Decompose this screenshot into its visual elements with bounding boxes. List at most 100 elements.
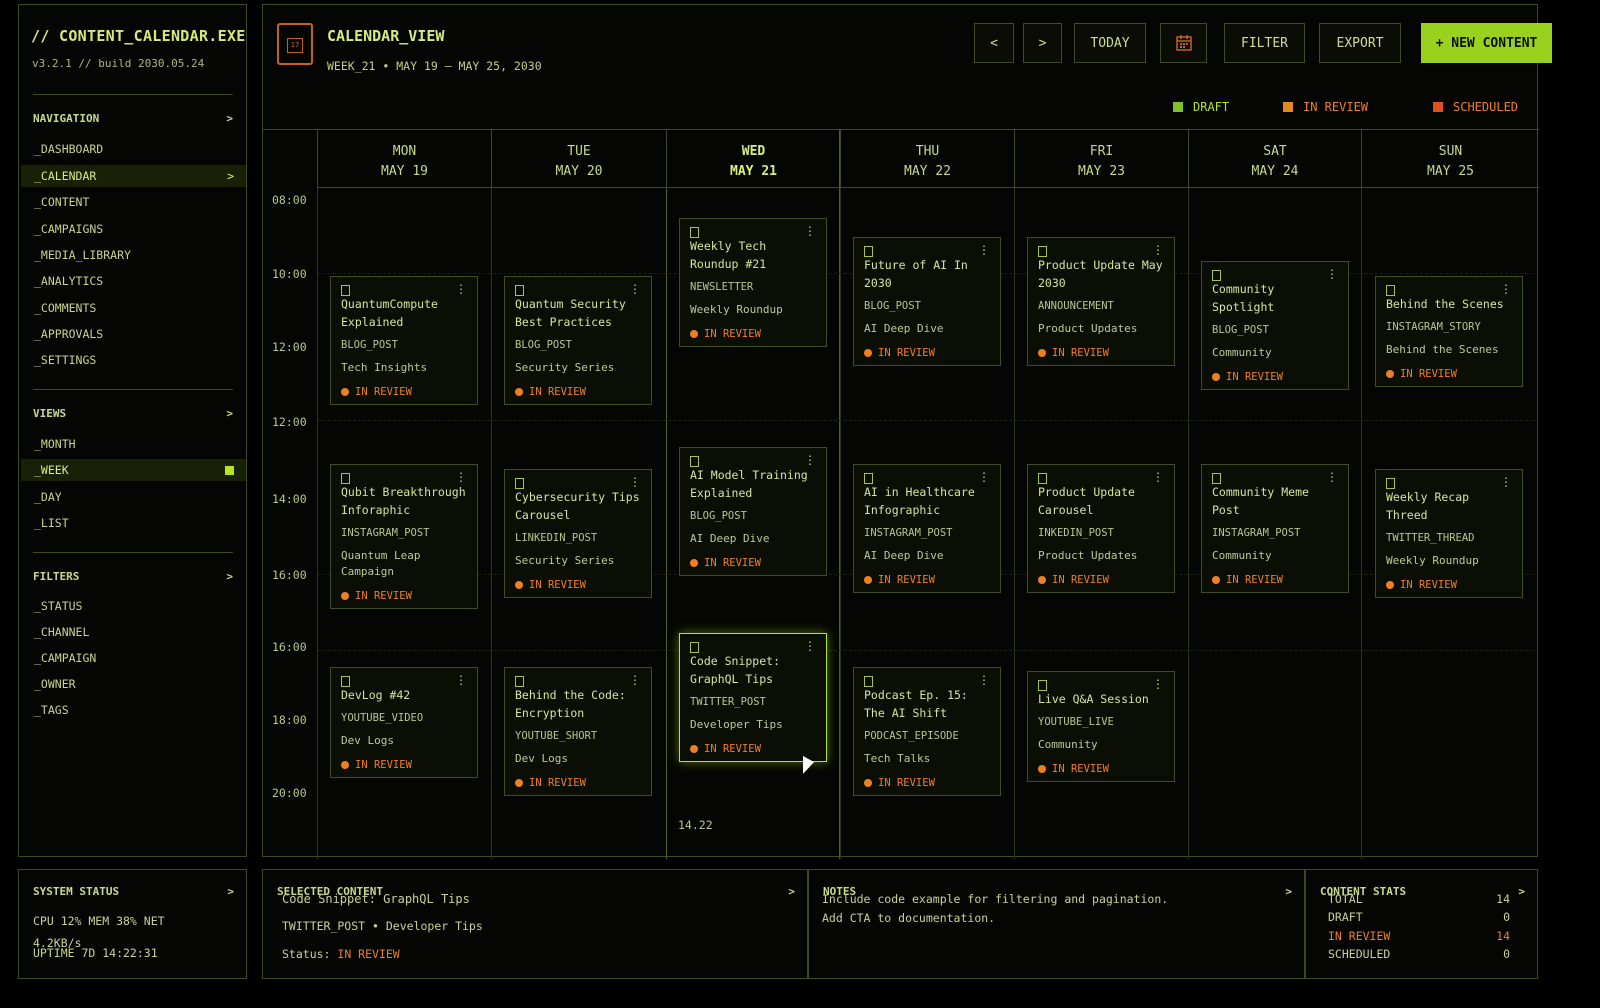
sidebar-item-approvals[interactable]: _APPROVALS <box>21 323 246 345</box>
sidebar-item-comments[interactable]: _COMMENTS <box>21 297 246 319</box>
document-icon <box>1038 473 1047 484</box>
content-card[interactable]: ⋮ AI Model Training Explained BLOG_POST AI … <box>679 447 827 576</box>
content-stats-panel: CONTENT STATS > TOTAL 14 DRAFT 0 IN REVIEW 1… <box>1305 869 1538 979</box>
views-section-header[interactable]: VIEWS > <box>33 407 233 420</box>
content-card[interactable]: ⋮ Future of AI In 2030 BLOG_POST AI Deep Di… <box>853 237 1001 366</box>
view-list[interactable]: _LIST <box>21 512 246 534</box>
more-options-icon[interactable]: ⋮ <box>629 674 641 686</box>
document-icon <box>864 676 873 687</box>
filter-tags[interactable]: _TAGS <box>21 699 246 721</box>
more-options-icon[interactable]: ⋮ <box>978 471 990 483</box>
more-options-icon[interactable]: ⋮ <box>804 454 816 466</box>
sidebar-item-media-library[interactable]: _MEDIA_LIBRARY <box>21 244 246 266</box>
scheduled-swatch <box>1433 102 1443 112</box>
filter-campaign[interactable]: _CAMPAIGN <box>21 647 246 669</box>
day-header-wed[interactable]: WED MAY 21 <box>666 130 840 188</box>
more-options-icon[interactable]: ⋮ <box>804 640 816 652</box>
sidebar-item-content[interactable]: _CONTENT <box>21 191 246 213</box>
card-campaign: Developer Tips <box>690 718 783 731</box>
card-channel: BLOG_POST <box>515 339 572 351</box>
card-title: Code Snippet: GraphQL Tips <box>690 654 781 686</box>
more-options-icon[interactable]: ⋮ <box>1326 471 1338 483</box>
content-card[interactable]: ⋮ Podcast Ep. 15: The AI Shift PODCAST_EPI… <box>853 667 1001 796</box>
content-card[interactable]: ⋮ Weekly Recap Threed TWITTER_THREAD Weekly… <box>1375 469 1523 598</box>
card-campaign: AI Deep Dive <box>864 549 944 562</box>
sidebar-item-calendar[interactable]: _CALENDAR > <box>21 165 246 187</box>
more-options-icon[interactable]: ⋮ <box>1152 471 1164 483</box>
export-button[interactable]: EXPORT <box>1319 23 1401 63</box>
card-title: Product Update May 2030 <box>1038 258 1163 290</box>
filters-section-header[interactable]: FILTERS > <box>33 570 233 583</box>
card-channel: INSTAGRAM_POST <box>1212 527 1301 539</box>
status-dot-icon <box>690 330 698 338</box>
filter-button[interactable]: FILTER <box>1224 23 1305 63</box>
content-card[interactable]: ⋮ Product Update May 2030 ANNOUNCEMENT Prod… <box>1027 237 1175 366</box>
content-card[interactable]: ⋮ Quantum Security Best Practices BLOG_POS… <box>504 276 652 405</box>
content-card[interactable]: ⋮ Behind the Scenes INSTAGRAM_STORY Behind … <box>1375 276 1523 387</box>
sidebar-item-dashboard[interactable]: _DASHBOARD <box>21 138 246 160</box>
more-options-icon[interactable]: ⋮ <box>455 674 467 686</box>
content-card[interactable]: ⋮ QuantumCompute Explained BLOG_POST Tech I… <box>330 276 478 405</box>
view-month[interactable]: _MONTH <box>21 433 246 455</box>
day-header-sat[interactable]: SAT MAY 24 <box>1188 130 1361 188</box>
day-header-tue[interactable]: TUE MAY 20 <box>491 130 666 188</box>
new-content-button[interactable]: + NEW CONTENT <box>1421 23 1552 63</box>
more-options-icon[interactable]: ⋮ <box>629 476 641 488</box>
content-card[interactable]: ⋮ Product Update Carousel INKEDIN_POST Prod… <box>1027 464 1175 593</box>
more-options-icon[interactable]: ⋮ <box>1152 678 1164 690</box>
card-channel: TWITTER_POST <box>690 696 766 708</box>
content-card[interactable]: ⋮ AI in Healthcare Infographic INSTAGRAM_P… <box>853 464 1001 593</box>
filter-owner[interactable]: _OWNER <box>21 673 246 695</box>
content-card[interactable]: ⋮ Code Snippet: GraphQL Tips TWITTER_POST D… <box>679 633 827 762</box>
day-header-sun[interactable]: SUN MAY 25 <box>1361 130 1539 188</box>
more-options-icon[interactable]: ⋮ <box>1326 268 1338 280</box>
content-card[interactable]: ⋮ Cybersecurity Tips Carousel LINKEDIN_POS… <box>504 469 652 598</box>
filter-channel[interactable]: _CHANNEL <box>21 621 246 643</box>
day-header-mon[interactable]: MON MAY 19 <box>317 130 491 188</box>
more-options-icon[interactable]: ⋮ <box>455 471 467 483</box>
card-title: Product Update Carousel <box>1038 485 1135 517</box>
content-card[interactable]: ⋮ Community Spotlight BLOG_POST Community IN… <box>1201 261 1349 390</box>
more-options-icon[interactable]: ⋮ <box>978 244 990 256</box>
sidebar-item-campaigns[interactable]: _CAMPAIGNS <box>21 218 246 240</box>
card-channel: BLOG_POST <box>864 300 921 312</box>
date-picker-button[interactable] <box>1160 23 1207 63</box>
calendar-panel: 17 CALENDAR_VIEW WEEK_21 • MAY 19 – MAY … <box>262 4 1552 859</box>
more-options-icon[interactable]: ⋮ <box>1500 283 1512 295</box>
view-day[interactable]: _DAY <box>21 486 246 508</box>
navigation-section-header[interactable]: NAVIGATION > <box>33 112 233 125</box>
system-status-header[interactable]: SYSTEM STATUS > <box>33 885 234 898</box>
view-week[interactable]: _WEEK <box>21 459 246 481</box>
more-options-icon[interactable]: ⋮ <box>629 283 641 295</box>
content-card[interactable]: ⋮ Weekly Tech Roundup #21 NEWSLETTER Weekly… <box>679 218 827 347</box>
more-options-icon[interactable]: ⋮ <box>804 225 816 237</box>
content-card[interactable]: ⋮ Behind the Code: Encryption YOUTUBE_SHOR… <box>504 667 652 796</box>
card-channel: TWITTER_THREAD <box>1386 532 1475 544</box>
filter-status[interactable]: _STATUS <box>21 595 246 617</box>
content-card[interactable]: ⋮ DevLog #42 YOUTUBE_VIDEO Dev Logs IN REVIE… <box>330 667 478 778</box>
content-card[interactable]: ⋮ Live Q&A Session YOUTUBE_LIVE Community IN… <box>1027 671 1175 782</box>
card-title: AI in Healthcare Infographic <box>864 485 975 517</box>
page-title: CALENDAR_VIEW <box>327 27 445 45</box>
more-options-icon[interactable]: ⋮ <box>1500 476 1512 488</box>
card-channel: INKEDIN_POST <box>1038 527 1114 539</box>
sidebar-item-settings[interactable]: _SETTINGS <box>21 349 246 371</box>
card-title: Qubit Breakthrough Inforaphic <box>341 485 466 517</box>
next-week-button[interactable]: > <box>1023 23 1062 63</box>
content-card[interactable]: ⋮ Community Meme Post INSTAGRAM_POST Commun… <box>1201 464 1349 593</box>
divider <box>33 552 233 553</box>
more-options-icon[interactable]: ⋮ <box>455 283 467 295</box>
status-dot-icon <box>341 388 349 396</box>
prev-week-button[interactable]: < <box>974 23 1014 63</box>
content-card[interactable]: ⋮ Qubit Breakthrough Inforaphic INSTAGRAM_… <box>330 464 478 609</box>
status-dot-icon <box>515 581 523 589</box>
day-header-fri[interactable]: FRI MAY 23 <box>1014 130 1188 188</box>
status-dot-icon <box>1038 765 1046 773</box>
day-header-thu[interactable]: THU MAY 22 <box>840 130 1014 188</box>
more-options-icon[interactable]: ⋮ <box>978 674 990 686</box>
sidebar-item-analytics[interactable]: _ANALYTICS <box>21 270 246 292</box>
document-icon <box>1212 473 1221 484</box>
today-button[interactable]: TODAY <box>1074 23 1146 63</box>
column-divider <box>1361 188 1362 859</box>
more-options-icon[interactable]: ⋮ <box>1152 244 1164 256</box>
